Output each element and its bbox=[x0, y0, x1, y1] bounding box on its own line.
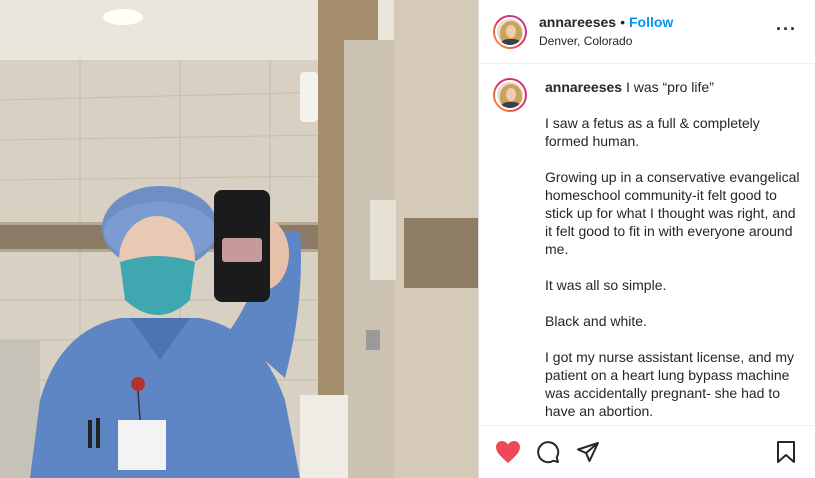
username-link[interactable]: annareeses bbox=[539, 14, 616, 30]
caption-avatar[interactable] bbox=[493, 78, 527, 112]
header-text: annareeses • Follow Denver, Colorado bbox=[539, 13, 673, 50]
profile-avatar[interactable] bbox=[493, 14, 527, 49]
caption-paragraph: Growing up in a conservative evangelical… bbox=[545, 169, 800, 257]
separator-dot: • bbox=[620, 14, 625, 30]
post-photo[interactable] bbox=[0, 0, 478, 478]
heart-filled-icon[interactable] bbox=[495, 439, 521, 465]
post-details-panel: annareeses • Follow Denver, Colorado ··· a… bbox=[478, 0, 815, 478]
location-link[interactable]: Denver, Colorado bbox=[539, 32, 673, 50]
caption-paragraph: It was all so simple. bbox=[545, 277, 667, 293]
action-bar bbox=[479, 425, 815, 478]
caption-section: annareeses I was “pro life” I saw a fetu… bbox=[479, 64, 815, 422]
follow-button[interactable]: Follow bbox=[629, 14, 673, 30]
send-icon[interactable] bbox=[575, 439, 601, 465]
caption-username-link[interactable]: annareeses bbox=[545, 79, 622, 95]
more-options-icon[interactable]: ··· bbox=[776, 20, 797, 38]
comment-icon[interactable] bbox=[535, 439, 561, 465]
caption-paragraph: I saw a fetus as a full & completely for… bbox=[545, 115, 760, 149]
caption-paragraph: Black and white. bbox=[545, 313, 647, 329]
post-header: annareeses • Follow Denver, Colorado ··· bbox=[479, 0, 815, 64]
mirror-selfie-image bbox=[0, 0, 478, 478]
caption-first-line: I was “pro life” bbox=[625, 79, 714, 95]
caption-text: annareeses I was “pro life” I saw a fetu… bbox=[545, 78, 801, 422]
caption-paragraph: I got my nurse assistant license, and my… bbox=[545, 349, 794, 419]
post-container: annareeses • Follow Denver, Colorado ··· a… bbox=[0, 0, 815, 478]
bookmark-icon[interactable] bbox=[773, 439, 799, 465]
